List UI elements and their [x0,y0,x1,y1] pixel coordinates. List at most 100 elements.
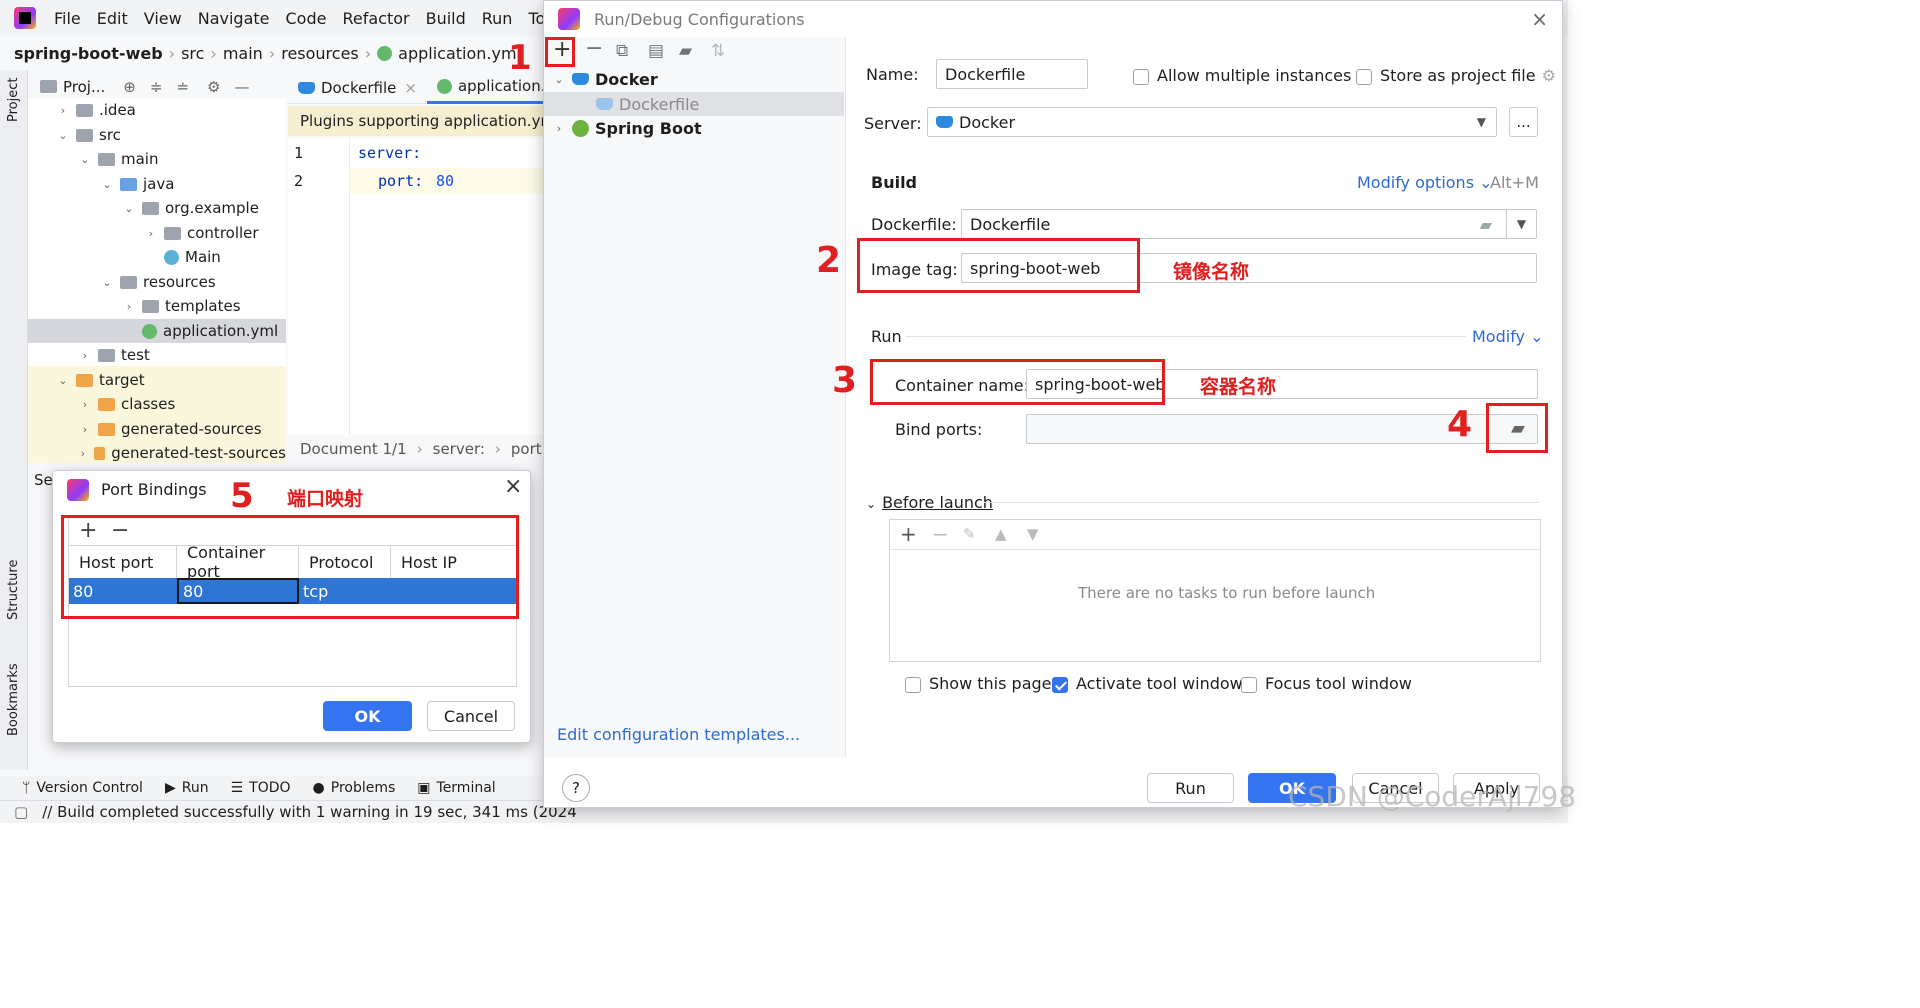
divider [906,336,1466,337]
line-number: 1 [294,144,304,162]
run-tool[interactable]: ▶ Run [165,780,209,796]
breadcrumb-file[interactable]: application.yml [398,44,521,63]
allow-multiple-checkbox[interactable]: Allow multiple instances [1133,66,1351,85]
menu-navigate[interactable]: Navigate [198,9,270,28]
breadcrumb-main[interactable]: main [223,44,263,63]
expand-all-icon[interactable]: ≑ [150,78,163,96]
collapse-all-icon[interactable]: ≐ [176,78,189,96]
tree-item[interactable]: › templates [28,294,286,318]
intellij-logo-icon [67,479,89,501]
tree-item[interactable]: ⌄ resources [28,270,286,294]
services-title: Se [34,471,53,489]
close-icon[interactable]: × [1531,7,1548,31]
left-tool-strip: Project Structure Bookmarks [0,70,28,770]
activate-tool-checkbox[interactable]: Activate tool window [1052,674,1243,693]
config-group-spring-boot[interactable]: › Spring Boot [544,116,844,140]
name-label: Name: [866,65,919,84]
tree-item[interactable]: ⌄ main [28,147,286,171]
menu-edit[interactable]: Edit [97,9,128,28]
chevron-down-icon[interactable]: ▼ [1506,210,1536,238]
version-control-tool[interactable]: ᛘ Version Control [22,780,143,796]
editor-breadcrumb: Document 1/1 › server: › port: [288,435,545,463]
tree-item[interactable]: › generated-sources [28,417,286,441]
gear-icon[interactable]: ⚙ [1542,66,1556,85]
tree-item[interactable]: ⌄ java [28,172,286,196]
project-tool-button[interactable]: Project [6,78,21,122]
help-button[interactable]: ? [562,774,590,802]
layout-icon[interactable]: ▢ [14,803,28,821]
server-more-button[interactable]: ... [1509,107,1538,137]
close-tab-icon[interactable]: × [404,79,417,97]
config-item-dockerfile[interactable]: Dockerfile [544,92,844,116]
project-panel-title[interactable]: Proj... [63,78,105,96]
menu-file[interactable]: File [54,9,81,28]
modify-link[interactable]: Modify ⌄ [1472,327,1544,346]
structure-tool-button[interactable]: Structure [6,560,21,620]
copy-icon[interactable]: ⧉ [616,41,628,61]
tree-item[interactable]: ⌄ target [28,368,286,392]
annotation-box-add [545,37,575,67]
config-group-docker[interactable]: ⌄ Docker [544,67,844,91]
annotation-number: 1 [508,38,532,78]
hide-panel-icon[interactable]: — [234,78,249,96]
tree-item[interactable]: › generated-test-sources [28,441,286,463]
terminal-tool[interactable]: ▣ Terminal [417,780,495,796]
before-launch-panel: + − ✎ ▲ ▼ There are no tasks to run befo… [889,519,1541,662]
store-project-file-checkbox[interactable]: Store as project file ⚙ [1356,66,1556,85]
edit-icon[interactable]: ✎ [963,525,976,543]
locate-icon[interactable]: ⊕ [123,78,136,96]
annotation-number: 3 [832,360,858,401]
bookmarks-tool-button[interactable]: Bookmarks [6,663,21,736]
configurations-panel: ⌄ Docker Dockerfile › Spring Boot Edit con… [544,37,846,757]
todo-tool[interactable]: ☰ TODO [231,780,291,796]
tree-item[interactable]: › controller [28,221,286,245]
sort-icon[interactable]: ⇅ [711,41,725,61]
warning-icon: ● [312,780,325,796]
shortcut-hint: Alt+M [1490,173,1539,192]
annotation-box-container-name [870,359,1165,405]
remove-icon[interactable]: − [932,522,949,546]
dockerfile-field[interactable]: Dockerfile ▰ ▼ [961,209,1537,239]
line-number: 2 [294,172,304,190]
folder-icon[interactable]: ▰ [679,41,692,61]
annotation-image-name: 镜像名称 [1173,261,1250,283]
cancel-button[interactable]: Cancel [427,701,515,731]
code-editor[interactable]: 1 2 server: port: 80 [288,138,545,435]
edit-templates-link[interactable]: Edit configuration templates... [557,725,800,744]
show-page-checkbox[interactable]: Show this page [905,674,1052,693]
close-icon[interactable]: × [504,474,522,499]
breadcrumb-src[interactable]: src [181,44,204,63]
gear-icon[interactable]: ⚙ [207,78,220,96]
save-icon[interactable]: ▤ [648,41,664,61]
breadcrumb-project[interactable]: spring-boot-web [14,44,163,63]
menu-code[interactable]: Code [286,9,327,28]
tab-dockerfile[interactable]: Dockerfile × [288,72,427,104]
menu-build[interactable]: Build [426,9,466,28]
breadcrumb-resources[interactable]: resources [281,44,359,63]
tree-item[interactable]: › test [28,343,286,367]
problems-tool[interactable]: ● Problems [313,780,396,796]
menu-view[interactable]: View [144,9,182,28]
focus-tool-checkbox[interactable]: Focus tool window [1241,674,1412,693]
ok-button[interactable]: OK [323,701,412,731]
tree-item[interactable]: › .idea [28,98,286,122]
tree-item-selected[interactable]: application.yml [28,319,286,343]
move-down-icon[interactable]: ▼ [1027,525,1039,543]
annotation-number: 4 [1447,404,1473,445]
remove-icon[interactable]: − [585,36,603,61]
modify-options-link[interactable]: Modify options ⌄ [1357,173,1493,192]
name-field[interactable]: Dockerfile [936,59,1088,89]
tree-item[interactable]: Main [28,245,286,269]
before-launch-toggle[interactable]: ⌄ Before launch [866,493,993,512]
tree-item[interactable]: › classes [28,392,286,416]
server-select[interactable]: Docker ▼ [927,107,1497,137]
menu-run[interactable]: Run [482,9,513,28]
tree-item[interactable]: ⌄ src [28,123,286,147]
run-button[interactable]: Run [1147,773,1234,803]
folder-icon[interactable]: ▰ [1480,215,1492,234]
tree-item[interactable]: ⌄ org.example [28,196,286,220]
move-up-icon[interactable]: ▲ [995,525,1007,543]
terminal-icon: ▣ [417,780,431,796]
menu-refactor[interactable]: Refactor [342,9,409,28]
add-icon[interactable]: + [900,522,917,546]
